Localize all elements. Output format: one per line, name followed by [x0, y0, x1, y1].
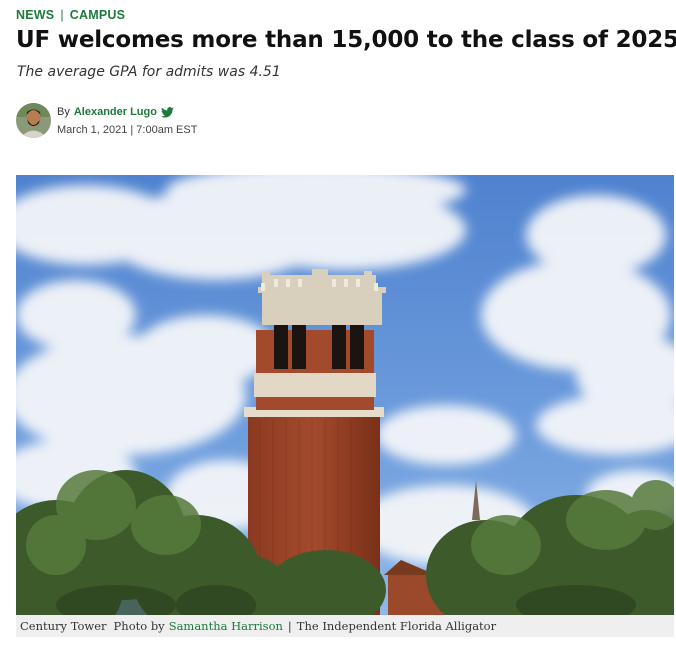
author-link[interactable]: Alexander Lugo [74, 106, 157, 118]
category-breadcrumb: NEWS | CAMPUS [16, 8, 125, 22]
article-headline: UF welcomes more than 15,000 to the clas… [16, 27, 676, 53]
twitter-icon[interactable] [160, 106, 174, 118]
caption-publication: The Independent Florida Alligator [296, 619, 497, 633]
category-link-campus[interactable]: CAMPUS [70, 8, 125, 22]
category-link-news[interactable]: NEWS [16, 8, 54, 22]
author-avatar[interactable] [16, 103, 51, 138]
category-separator: | [60, 8, 64, 22]
caption-separator: | [287, 619, 292, 633]
caption-photo-prefix: Photo by [113, 619, 165, 633]
byline: By Alexander Lugo [57, 106, 174, 118]
byline-prefix: By [57, 106, 70, 118]
publish-date: March 1, 2021 | 7:00am EST [57, 124, 198, 136]
photographer-link[interactable]: Samantha Harrison [169, 619, 283, 633]
photo-caption: Century Tower Photo by Samantha Harrison… [16, 615, 674, 637]
article-subheadline: The average GPA for admits was 4.51 [17, 64, 281, 80]
featured-photo[interactable] [16, 175, 674, 615]
caption-subject: Century Tower [20, 619, 107, 633]
